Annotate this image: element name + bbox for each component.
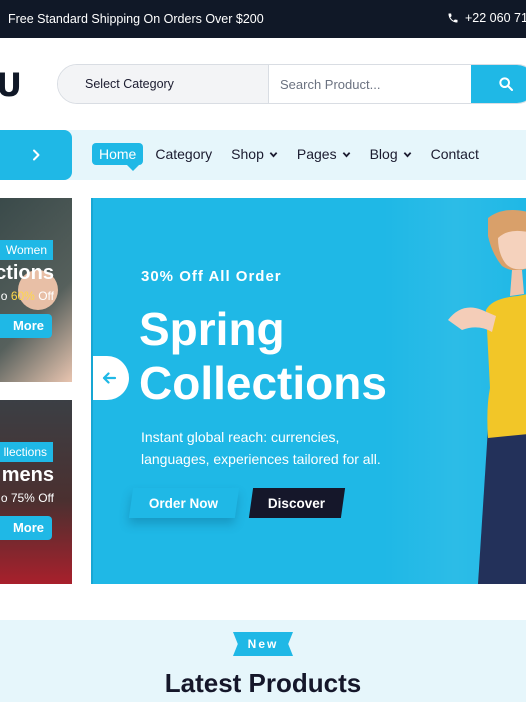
nav-item-label: Home (99, 146, 137, 162)
new-badge: New (233, 632, 293, 656)
main-navigation: Home Category Shop Pages Blog Contact (0, 130, 526, 180)
slider-prev-button[interactable] (93, 356, 129, 400)
side-banner-women[interactable]: Women ctions o 60% Off More (0, 198, 72, 382)
nav-item-label: Shop (231, 146, 264, 162)
banner-more-button[interactable]: More (0, 314, 52, 338)
section-title: Latest Products (164, 668, 362, 698)
banner-title: mens (1, 464, 54, 486)
hero-title-line: Spring (139, 303, 285, 355)
side-banner-womens[interactable]: llections mens o 75% Off More (0, 400, 72, 584)
search-bar: Select Category (57, 64, 526, 104)
banner-tag: Women (0, 240, 53, 260)
chevron-down-icon (403, 151, 411, 157)
nav-item-label: Pages (296, 146, 337, 162)
banner-more-button[interactable]: More (0, 516, 52, 540)
hero-title-line: Collections (139, 357, 387, 409)
nav-item-label: Contact (430, 146, 479, 162)
order-now-button[interactable]: Order Now (128, 488, 240, 518)
latest-products-section: New Latest Products (0, 620, 526, 702)
banner-offer: o 60% Off (0, 289, 54, 303)
nav-item-contact[interactable]: Contact (431, 146, 479, 162)
phone-icon (448, 13, 458, 23)
logo[interactable]: U (0, 66, 22, 104)
phone-number: +22 060 712 (465, 11, 526, 25)
hero-description: Instant global reach: currencies, langua… (141, 429, 381, 467)
phone-contact[interactable]: +22 060 712 (447, 11, 526, 25)
nav-menu: Home Category Shop Pages Blog Contact (92, 143, 498, 171)
search-button[interactable] (471, 65, 526, 103)
nav-item-home[interactable]: Home (92, 143, 144, 171)
top-bar: Free Standard Shipping On Orders Over $2… (0, 0, 526, 38)
search-input[interactable] (268, 65, 471, 103)
hero-slider: 30% Off All Order Spring Collections Ins… (91, 198, 526, 584)
nav-item-pages[interactable]: Pages (297, 146, 351, 162)
all-categories-toggle[interactable] (0, 130, 72, 180)
hero-kicker: 30% Off All Order (141, 268, 282, 285)
chevron-down-icon (342, 151, 350, 157)
site-header: U Select Category (0, 38, 526, 130)
model-illustration (448, 210, 526, 584)
banner-title: ctions (0, 262, 54, 284)
shipping-notice: Free Standard Shipping On Orders Over $2… (8, 12, 264, 26)
nav-item-blog[interactable]: Blog (370, 146, 412, 162)
search-icon (499, 77, 513, 91)
nav-item-shop[interactable]: Shop (231, 146, 278, 162)
banner-tag: llections (0, 442, 53, 462)
chevron-right-icon (33, 149, 40, 161)
nav-item-category[interactable]: Category (155, 146, 212, 162)
discover-button[interactable]: Discover (248, 488, 346, 518)
chevron-down-icon (269, 151, 278, 157)
hero-title: Spring Collections (139, 302, 387, 410)
arrow-left-icon (102, 372, 117, 384)
nav-item-label: Category (155, 146, 213, 162)
nav-item-label: Blog (369, 146, 398, 162)
banner-offer: o 75% Off (0, 491, 54, 505)
category-select[interactable]: Select Category (58, 65, 268, 103)
